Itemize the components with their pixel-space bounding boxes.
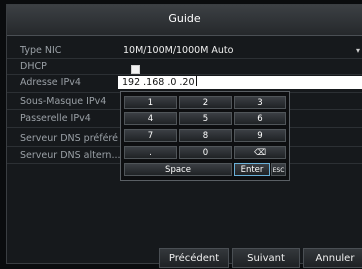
dhcp-checkbox[interactable] [131,65,140,74]
key-9[interactable]: 9 [234,129,286,142]
key-7[interactable]: 7 [124,129,177,142]
nic-type-label: Type NIC [20,45,62,56]
row-divider [7,58,362,59]
window-title: Guide [7,5,362,36]
key-1[interactable]: 1 [124,96,177,109]
nic-type-select[interactable]: 10M/100M/1000M Auto ▾ [123,44,362,57]
key-0[interactable]: 0 [179,146,232,159]
nic-type-row: Type NIC 10M/100M/1000M Auto ▾ [7,44,362,57]
key-5[interactable]: 5 [179,112,232,125]
subnet-mask-label: Sous-Masque IPv4 [20,96,107,107]
key-4[interactable]: 4 [124,112,177,125]
cancel-button[interactable]: Annuler [303,248,362,268]
key-6[interactable]: 6 [234,112,286,125]
nic-type-value: 10M/100M/1000M Auto [123,45,234,56]
virtual-keypad: 1 2 3 4 5 6 7 8 9 . 0 ⌫ Space Enter ESC [120,91,290,181]
esc-key[interactable]: ESC [271,163,286,176]
ipv4-address-value: 192 .168 .0 .20 [122,77,195,88]
alternate-dns-label: Serveur DNS altern... [20,150,121,161]
ipv4-address-input[interactable]: 192 .168 .0 .20 [118,76,362,89]
ipv4-address-label: Adresse IPv4 [20,77,81,88]
space-key[interactable]: Space [124,163,232,176]
backspace-icon[interactable]: ⌫ [234,146,286,159]
dhcp-label: DHCP [20,61,47,72]
dhcp-row: DHCP [7,60,362,73]
preferred-dns-label: Serveur DNS préféré [20,133,118,144]
enter-key[interactable]: Enter [234,163,270,176]
chevron-down-icon[interactable]: ▾ [356,44,360,57]
previous-button[interactable]: Précédent [159,248,229,268]
key-3[interactable]: 3 [234,96,286,109]
key-2[interactable]: 2 [179,96,232,109]
gateway-label: Passerelle IPv4 [20,113,91,124]
key-8[interactable]: 8 [179,129,232,142]
key-dot[interactable]: . [124,146,177,159]
next-button[interactable]: Suivant [232,248,300,268]
row-divider [7,74,362,75]
text-cursor [195,76,197,86]
